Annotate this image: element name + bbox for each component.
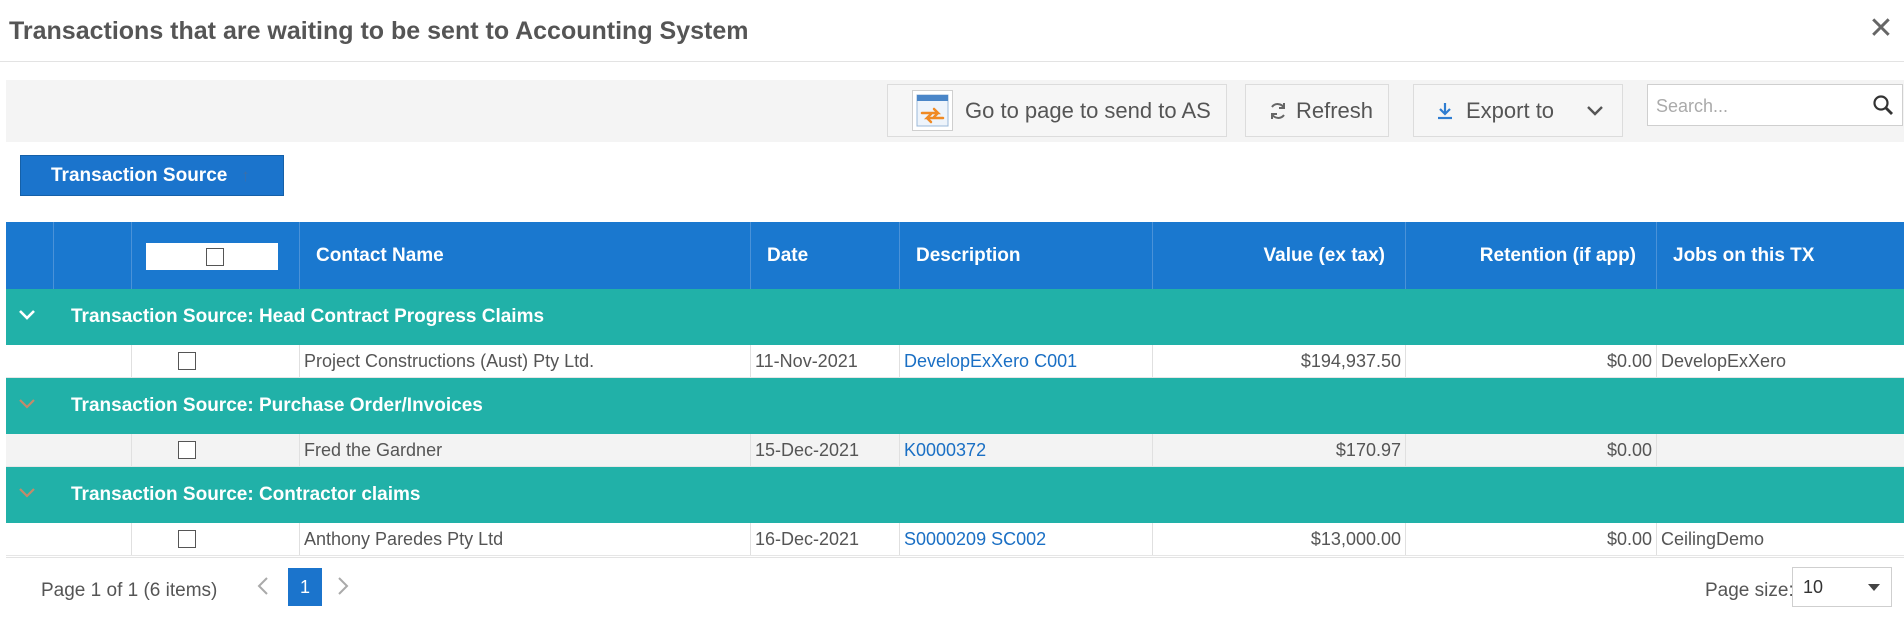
- value-cell: $13,000.00: [1153, 523, 1406, 555]
- refresh-icon: [1268, 101, 1288, 121]
- refresh-button[interactable]: Refresh: [1245, 84, 1389, 137]
- header-retention[interactable]: Retention (if app): [1406, 222, 1657, 289]
- go-to-page-button[interactable]: Go to page to send to AS: [887, 84, 1227, 137]
- contact-name-cell: Anthony Paredes Pty Ltd: [300, 523, 751, 555]
- group-by-chip[interactable]: Transaction Source ↑: [20, 155, 284, 196]
- pager: Page 1 of 1 (6 items) 1 Page size: 10: [6, 557, 1904, 623]
- search-icon[interactable]: [1872, 94, 1894, 116]
- row-spacer: [6, 434, 132, 466]
- select-all-checkbox[interactable]: [206, 248, 224, 266]
- page-size-select[interactable]: 10: [1792, 567, 1892, 607]
- retention-cell: $0.00: [1406, 345, 1657, 377]
- chevron-down-icon[interactable]: [18, 484, 36, 502]
- contact-name-cell: Project Constructions (Aust) Pty Ltd.: [300, 345, 751, 377]
- group-label: Transaction Source: Purchase Order/Invoi…: [71, 395, 483, 416]
- go-to-page-label: Go to page to send to AS: [965, 97, 1211, 123]
- retention-cell: $0.00: [1406, 523, 1657, 555]
- sort-ascending-icon: ↑: [241, 165, 250, 185]
- group-row-contractor-claims: Transaction Source: Contractor claims: [6, 467, 1904, 523]
- table-row: Anthony Paredes Pty Ltd 16-Dec-2021 S000…: [6, 523, 1904, 556]
- group-row-head-contract: Transaction Source: Head Contract Progre…: [6, 289, 1904, 345]
- retention-cell: $0.00: [1406, 434, 1657, 466]
- export-to-label: Export to: [1466, 97, 1555, 123]
- group-label: Transaction Source: Contractor claims: [71, 484, 421, 505]
- row-checkbox[interactable]: [177, 530, 196, 548]
- date-cell: 16-Dec-2021: [751, 523, 900, 555]
- chevron-right-icon[interactable]: [336, 576, 350, 596]
- row-select-cell: [132, 434, 300, 466]
- search-box: [1647, 84, 1903, 127]
- send-document-icon: [912, 90, 953, 131]
- group-label: Transaction Source: Head Contract Progre…: [71, 306, 545, 327]
- chevron-down-icon: [1586, 105, 1604, 117]
- caret-down-icon: [1867, 583, 1881, 593]
- refresh-label: Refresh: [1296, 97, 1374, 123]
- select-all-wrapper: [146, 243, 278, 270]
- dialog-title: Transactions that are waiting to be sent…: [9, 17, 749, 45]
- row-select-cell: [132, 523, 300, 555]
- dialog-title-bar: Transactions that are waiting to be sent…: [0, 0, 1904, 62]
- chevron-down-icon[interactable]: [18, 306, 36, 324]
- table-row: Project Constructions (Aust) Pty Ltd. 11…: [6, 345, 1904, 378]
- contact-name-cell: Fred the Gardner: [300, 434, 751, 466]
- value-cell: $170.97: [1153, 434, 1406, 466]
- export-to-dropdown[interactable]: Export to: [1413, 84, 1623, 137]
- value-cell: $194,937.50: [1153, 345, 1406, 377]
- date-cell: 15-Dec-2021: [751, 434, 900, 466]
- row-spacer: [6, 345, 132, 377]
- toolbar: Go to page to send to AS Refresh Export …: [6, 80, 1904, 142]
- row-spacer: [6, 523, 132, 555]
- group-by-label: Transaction Source: [51, 164, 228, 186]
- header-date[interactable]: Date: [751, 222, 900, 289]
- row-checkbox[interactable]: [177, 352, 196, 370]
- header-contact-name[interactable]: Contact Name: [300, 222, 751, 289]
- header-expand-column: [6, 222, 54, 289]
- description-link[interactable]: K0000372: [900, 434, 1153, 466]
- description-link[interactable]: S0000209 SC002: [900, 523, 1153, 555]
- chevron-left-icon[interactable]: [256, 576, 270, 596]
- row-checkbox[interactable]: [177, 441, 196, 459]
- page-size-label: Page size:: [1705, 580, 1794, 601]
- grid-header: Contact Name Date Description Value (ex …: [6, 222, 1904, 289]
- chevron-down-icon[interactable]: [18, 395, 36, 413]
- page-size-value: 10: [1803, 577, 1824, 597]
- dialog: Transactions that are waiting to be sent…: [0, 0, 1904, 623]
- date-cell: 11-Nov-2021: [751, 345, 900, 377]
- download-icon: [1436, 101, 1454, 121]
- row-select-cell: [132, 345, 300, 377]
- header-description[interactable]: Description: [900, 222, 1153, 289]
- jobs-cell: CeilingDemo: [1661, 528, 1765, 549]
- description-link[interactable]: DevelopExXero C001: [900, 345, 1153, 377]
- jobs-cell: DevelopExXero: [1661, 350, 1787, 371]
- pager-info: Page 1 of 1 (6 items): [41, 580, 218, 601]
- jobs-cell: [1657, 434, 1904, 466]
- header-spacer-column: [54, 222, 132, 289]
- search-input[interactable]: [1648, 85, 1868, 127]
- table-row: Fred the Gardner 15-Dec-2021 K0000372 $1…: [6, 434, 1904, 467]
- page-button-current[interactable]: 1: [288, 568, 322, 606]
- header-value[interactable]: Value (ex tax): [1153, 222, 1406, 289]
- group-row-purchase-orders: Transaction Source: Purchase Order/Invoi…: [6, 378, 1904, 434]
- close-icon[interactable]: ✕: [1866, 14, 1896, 44]
- header-jobs[interactable]: Jobs on this TX: [1657, 222, 1904, 289]
